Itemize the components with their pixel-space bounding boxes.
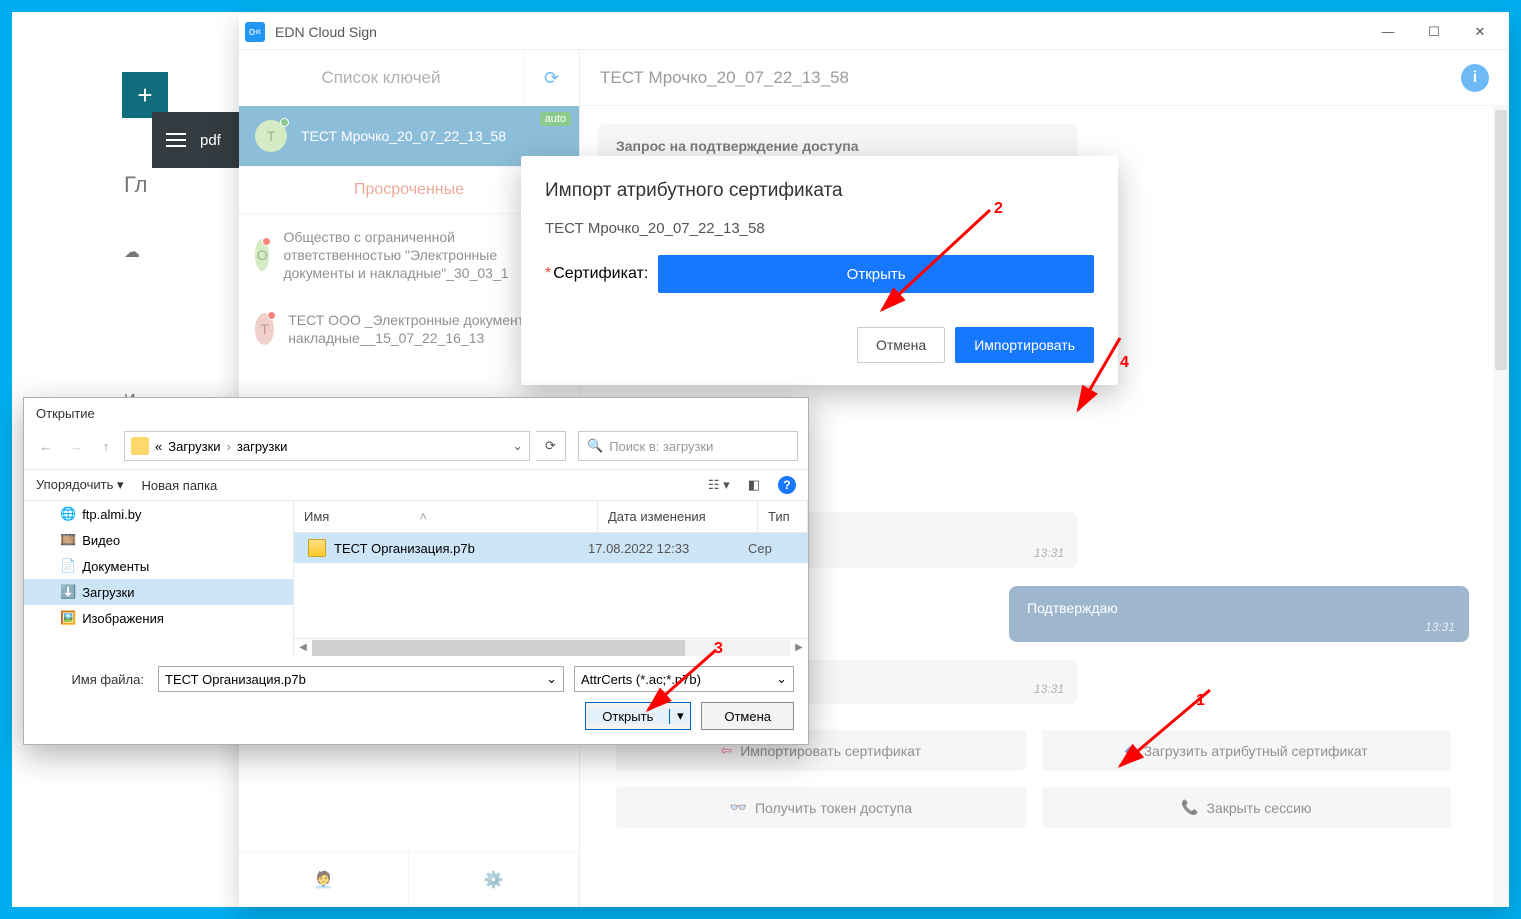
settings-icon[interactable]: ⚙️: [409, 852, 579, 907]
file-type-filter[interactable]: AttrCerts (*.ac;*.p7b) ⌄: [574, 666, 794, 692]
modal-title: Импорт атрибутного сертификата: [521, 156, 1118, 212]
reply-text: Подтверждаю: [1027, 600, 1118, 616]
hamburger-icon: [166, 129, 186, 151]
message-time: 13:31: [1034, 682, 1064, 696]
file-dialog-title: Открытие: [24, 398, 808, 427]
new-folder-button[interactable]: Новая папка: [142, 478, 218, 493]
info-button[interactable]: i: [1461, 64, 1489, 92]
keys-title: Список ключей: [239, 68, 523, 88]
file-open-dialog: Открытие ← → ↑ « Загрузки › загрузки ⌄ ⟳…: [23, 397, 809, 745]
load-attr-cert-button[interactable]: ◆ Загрузить атрибутный сертификат: [1042, 730, 1452, 771]
breadcrumb[interactable]: « Загрузки › загрузки ⌄: [124, 431, 530, 461]
preview-pane-button[interactable]: ◧: [748, 477, 760, 493]
message-time: 13:31: [1034, 546, 1064, 560]
tree-item[interactable]: 🖼️Изображения: [24, 605, 293, 631]
nav-forward-button[interactable]: →: [64, 434, 88, 458]
tree-item[interactable]: ⬇️Загрузки: [24, 579, 293, 605]
folder-icon: [131, 437, 149, 455]
background-text-gl: Гл: [124, 172, 148, 198]
open-cert-button[interactable]: Открыть: [658, 255, 1094, 293]
minimize-button[interactable]: —: [1365, 17, 1411, 47]
file-date: 17.08.2022 12:33: [588, 541, 748, 556]
scrollbar[interactable]: [1493, 106, 1509, 907]
cert-label: Сертификат:: [553, 265, 648, 282]
scroll-right-button[interactable]: ▶: [790, 640, 808, 656]
folder-tree: 🌐ftp.almi.by 🎞️Видео 📄Документы ⬇️Загруз…: [24, 501, 294, 656]
close-window-button[interactable]: ✕: [1457, 17, 1503, 47]
get-token-button[interactable]: 👓 Получить токен доступа: [616, 787, 1026, 828]
maximize-button[interactable]: ☐: [1411, 17, 1457, 47]
organize-menu[interactable]: Упорядочить ▾: [36, 477, 124, 493]
auto-badge: auto: [540, 112, 571, 126]
file-type: Сер: [748, 541, 798, 556]
search-input[interactable]: 🔍 Поиск в: загрузки: [578, 431, 798, 461]
import-modal: Импорт атрибутного сертификата ТЕСТ Мроч…: [521, 156, 1118, 385]
file-open-button[interactable]: Открыть ▾: [585, 702, 691, 730]
tree-item[interactable]: 📄Документы: [24, 553, 293, 579]
filename-label: Имя файла:: [38, 672, 148, 687]
file-list: Имя ˄ Дата изменения Тип ТЕСТ Организация…: [294, 501, 808, 656]
view-options-button[interactable]: ☷ ▾: [708, 477, 730, 493]
chevron-down-icon: ⌄: [776, 671, 787, 687]
modal-import-button[interactable]: Импортировать: [955, 327, 1094, 363]
help-button[interactable]: ?: [778, 476, 796, 494]
close-session-icon: 📞: [1181, 799, 1198, 816]
open-dropdown-button[interactable]: ▾: [670, 708, 690, 724]
col-type-header[interactable]: Тип: [758, 501, 808, 532]
file-name: ТЕСТ Организация.p7b: [334, 541, 475, 556]
file-cancel-button[interactable]: Отмена: [701, 702, 794, 730]
app-logo-icon: o«: [245, 22, 265, 42]
key-avatar: Т: [255, 313, 274, 345]
chevron-down-icon[interactable]: ⌄: [512, 438, 523, 454]
close-session-button[interactable]: 📞 Закрыть сессию: [1042, 787, 1452, 828]
key-item-label: ТЕСТ Мрочко_20_07_22_13_58: [301, 127, 506, 145]
message-time: 13:31: [1425, 620, 1455, 634]
scroll-left-button[interactable]: ◀: [294, 640, 312, 656]
horizontal-scrollbar[interactable]: ◀ ▶: [294, 638, 808, 656]
scrollbar-thumb[interactable]: [1495, 110, 1507, 370]
key-avatar: Т: [255, 120, 287, 152]
support-icon[interactable]: 🧑‍💼: [239, 852, 409, 907]
token-icon: 👓: [730, 799, 747, 816]
nav-up-button[interactable]: ↑: [94, 434, 118, 458]
sort-indicator-icon: ˄: [419, 509, 427, 524]
col-date-header[interactable]: Дата изменения: [598, 501, 758, 532]
modal-subtitle: ТЕСТ Мрочко_20_07_22_13_58: [521, 212, 1118, 237]
tree-item[interactable]: 🎞️Видео: [24, 527, 293, 553]
titlebar: o« EDN Cloud Sign — ☐ ✕: [239, 14, 1509, 50]
window-title: EDN Cloud Sign: [275, 24, 1365, 40]
reply-card: Подтверждаю 13:31: [1009, 586, 1469, 642]
filename-input[interactable]: ТЕСТ Организация.p7b ⌄: [158, 666, 564, 692]
certificate-file-icon: [308, 539, 326, 557]
content-title: ТЕСТ Мрочко_20_07_22_13_58: [600, 68, 849, 88]
chevron-down-icon: ▾: [117, 477, 124, 492]
background-hamburger-panel[interactable]: pdf: [152, 112, 252, 168]
breadcrumb-refresh-button[interactable]: ⟳: [536, 431, 566, 461]
scrollbar-thumb[interactable]: [312, 640, 685, 656]
refresh-button[interactable]: ⟳: [523, 50, 579, 106]
background-pdf-label: pdf: [200, 132, 221, 149]
modal-cancel-button[interactable]: Отмена: [857, 327, 945, 363]
key-avatar: О: [255, 239, 269, 271]
search-icon: 🔍: [587, 438, 603, 454]
tree-item[interactable]: 🌐ftp.almi.by: [24, 501, 293, 527]
download-icon: ◆: [1125, 742, 1136, 759]
nav-back-button[interactable]: ←: [34, 434, 58, 458]
request-title: Запрос на подтверждение доступа: [616, 138, 1060, 154]
col-name-header[interactable]: Имя: [304, 509, 329, 524]
chevron-down-icon[interactable]: ⌄: [546, 671, 557, 687]
file-row[interactable]: ТЕСТ Организация.p7b 17.08.2022 12:33 Се…: [294, 533, 808, 563]
